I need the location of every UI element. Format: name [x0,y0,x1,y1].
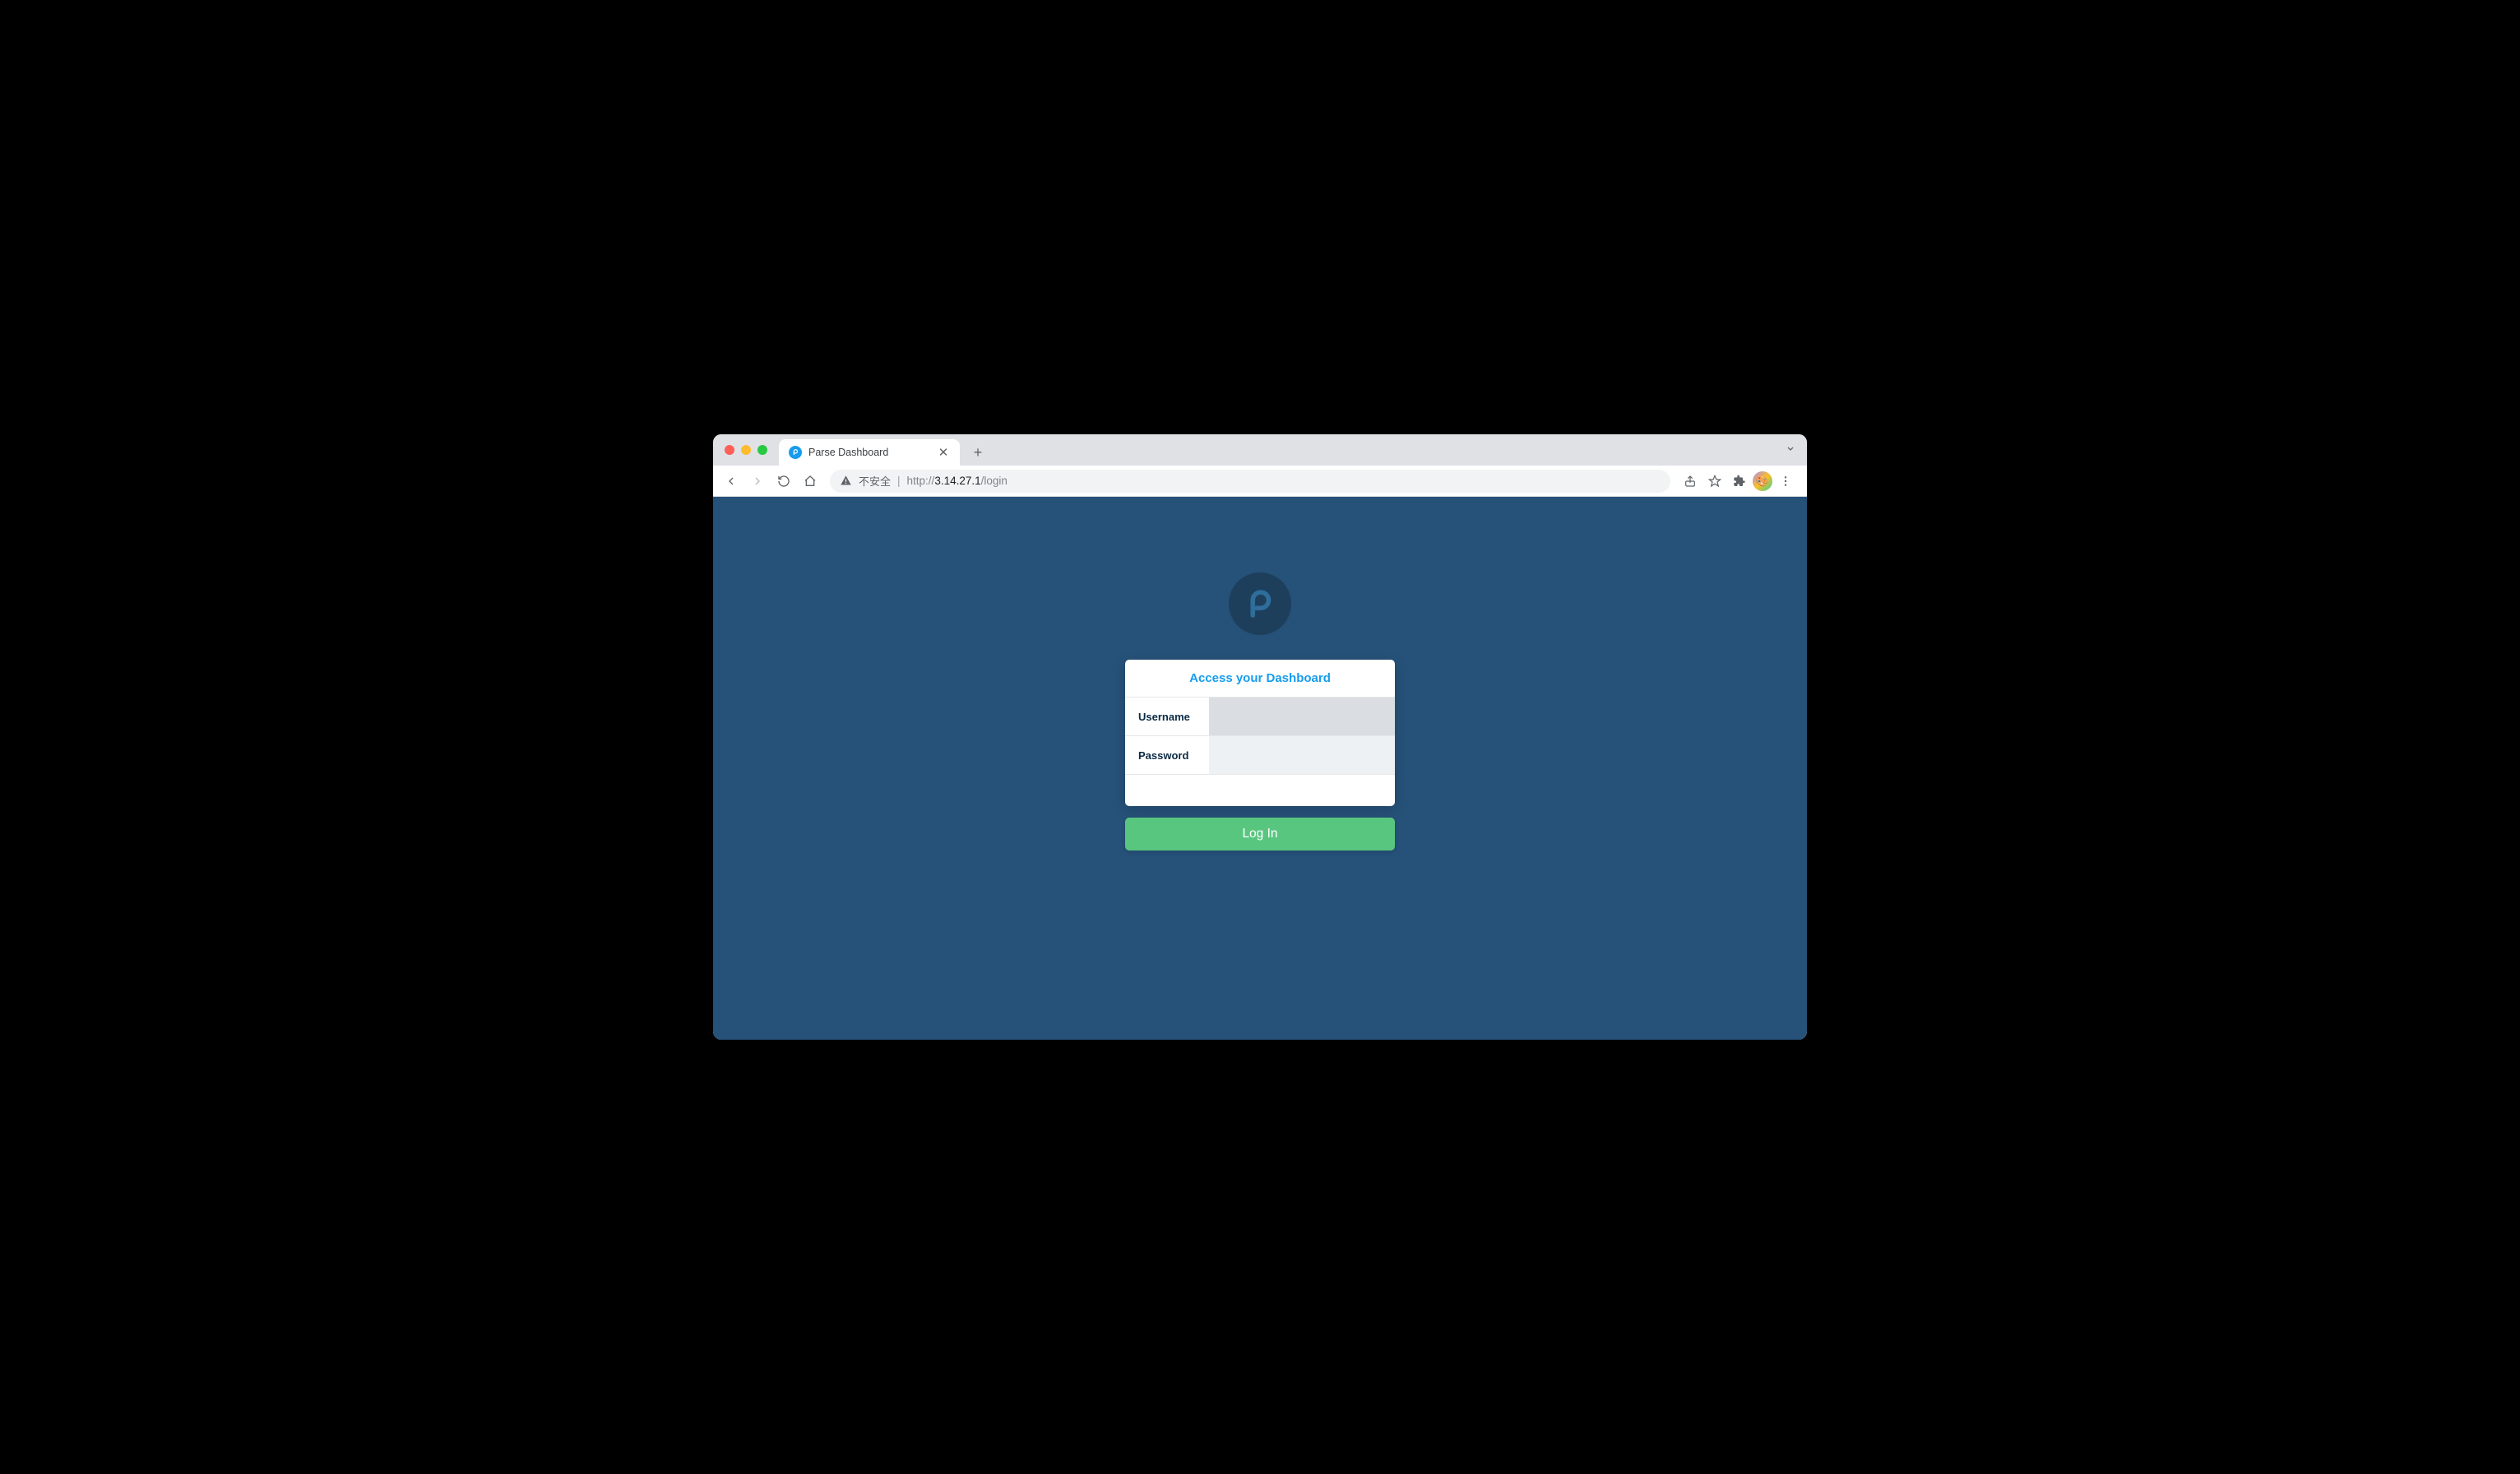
url-path: /login [981,475,1008,487]
url-scheme: http:// [907,475,935,487]
not-secure-icon [840,475,852,487]
omnibox-separator: | [897,475,901,487]
password-row: Password [1125,736,1395,775]
home-button[interactable] [799,470,822,493]
login-card: Access your Dashboard Username Password [1125,660,1395,806]
security-status-label: 不安全 [859,473,891,489]
tabs-menu-button[interactable] [1786,444,1795,457]
username-label: Username [1125,698,1209,735]
close-tab-icon[interactable]: ✕ [937,445,950,460]
reload-button[interactable] [772,470,795,493]
url-display: http://3.14.27.1/login [907,475,1008,487]
menu-button[interactable] [1774,470,1797,493]
close-window-button[interactable] [725,445,734,455]
tab-title: Parse Dashboard [808,447,930,458]
window-controls [721,434,774,466]
minimize-window-button[interactable] [741,445,751,455]
parse-logo-icon [1229,572,1291,635]
profile-avatar[interactable]: 🎨 [1753,471,1772,491]
new-tab-button[interactable]: + [966,441,989,464]
forward-button[interactable] [746,470,769,493]
extensions-button[interactable] [1728,470,1751,493]
back-button[interactable] [720,470,743,493]
page-content: Access your Dashboard Username Password … [713,497,1807,1040]
maximize-window-button[interactable] [757,445,767,455]
browser-toolbar: 不安全 | http://3.14.27.1/login 🎨 [713,466,1807,497]
share-button[interactable] [1679,470,1702,493]
password-label: Password [1125,736,1209,774]
tab-strip: Parse Dashboard ✕ + [713,434,1807,466]
username-input[interactable] [1209,698,1395,735]
url-host: 3.14.27.1 [934,475,980,487]
bookmark-button[interactable] [1703,470,1726,493]
browser-tab[interactable]: Parse Dashboard ✕ [779,439,960,466]
username-row: Username [1125,698,1395,736]
login-card-footer [1125,775,1395,806]
parse-favicon-icon [789,446,802,459]
browser-window: Parse Dashboard ✕ + 不安全 | http://3 [713,434,1807,1040]
password-input[interactable] [1209,736,1395,774]
address-bar[interactable]: 不安全 | http://3.14.27.1/login [830,470,1670,493]
login-button[interactable]: Log In [1125,818,1395,851]
toolbar-right: 🎨 [1679,470,1800,493]
login-heading: Access your Dashboard [1125,660,1395,698]
